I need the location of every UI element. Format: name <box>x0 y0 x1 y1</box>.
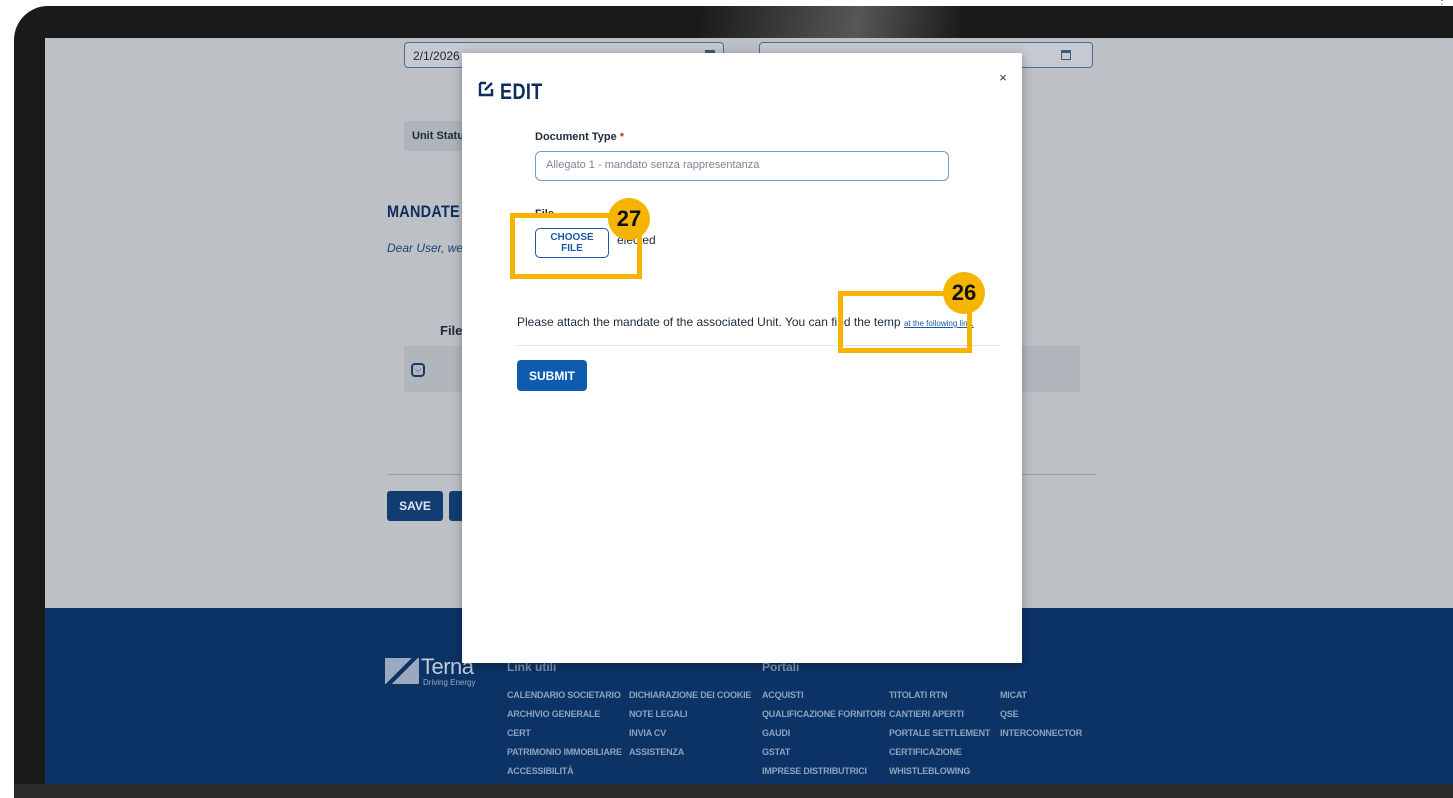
screen: 2/1/2026 Unit Status: MANDATE Dear User,… <box>45 38 1453 784</box>
date-from-value: 2/1/2026 <box>413 49 460 63</box>
footer-link[interactable]: INTERCONNECTOR <box>1000 728 1082 738</box>
close-icon[interactable]: × <box>996 71 1010 85</box>
footer-link[interactable]: MICAT <box>1000 690 1027 700</box>
footer-link[interactable]: CANTIERI APERTI <box>889 709 964 719</box>
footer-link[interactable]: ACCESSIBILITÀ <box>507 766 574 776</box>
footer-link[interactable]: CERTIFICAZIONE <box>889 747 962 757</box>
required-asterisk: * <box>619 131 625 143</box>
brand-tagline: Driving Energy <box>423 678 476 687</box>
edit-icon <box>478 81 494 97</box>
footer-link[interactable]: QUALIFICAZIONE FORNITORI <box>762 709 886 719</box>
footer-link[interactable]: NOTE LEGALI <box>629 709 688 719</box>
footer-link[interactable]: ASSISTENZA <box>629 747 684 757</box>
footer-link[interactable]: ACQUISTI <box>762 690 804 700</box>
footer-link[interactable]: CERT <box>507 728 531 738</box>
footer-link[interactable]: IMPRESE DISTRIBUTRICI <box>762 766 867 776</box>
save-button[interactable]: SAVE <box>387 491 443 521</box>
footer-link[interactable]: CALENDARIO SOCIETARIO <box>507 690 621 700</box>
callout-badge-26: 26 <box>943 272 985 314</box>
footer-link[interactable]: INVIA CV <box>629 728 666 738</box>
modal-title: EDIT <box>500 79 543 104</box>
terna-logo[interactable]: Terna Driving Energy <box>385 654 481 698</box>
document-type-label: Document Type * <box>535 131 624 143</box>
footer-link[interactable]: PATRIMONIO IMMOBILIARE <box>507 747 622 757</box>
terna-logo-mark <box>385 658 419 684</box>
footer-link[interactable]: DICHIARAZIONE DEI COOKIE <box>629 690 751 700</box>
footer-link[interactable]: GAUDI <box>762 728 790 738</box>
footer-link[interactable]: TITOLATI RTN <box>889 690 947 700</box>
footer-link[interactable]: PORTALE SETTLEMENT <box>889 728 990 738</box>
footer-link[interactable]: ARCHIVIO GENERALE <box>507 709 600 719</box>
more-dots-icon: ⋮ <box>1437 0 1447 10</box>
laptop-chin <box>14 784 1453 798</box>
document-type-field[interactable]: Allegato 1 - mandato senza rappresentanz… <box>535 151 949 181</box>
calendar-icon[interactable] <box>1061 50 1071 60</box>
edit-modal: EDIT × Document Type * Allegato 1 - mand… <box>462 53 1022 663</box>
footer-link[interactable]: GSTAT <box>762 747 790 757</box>
callout-badge-27: 27 <box>608 198 650 240</box>
submit-button[interactable]: SUBMIT <box>517 360 587 391</box>
footer-link[interactable]: QSE <box>1000 709 1019 719</box>
footer-link[interactable]: WHISTLEBLOWING <box>889 766 970 776</box>
document-type-label-text: Document Type <box>535 131 617 143</box>
laptop-frame: ⋮ 2/1/2026 Unit Status: MANDATE Dear Use… <box>0 0 1453 798</box>
expand-row-icon[interactable]: ⌵ <box>411 363 425 377</box>
table-header-file: File <box>440 323 463 338</box>
section-title: MANDATE <box>387 202 460 221</box>
